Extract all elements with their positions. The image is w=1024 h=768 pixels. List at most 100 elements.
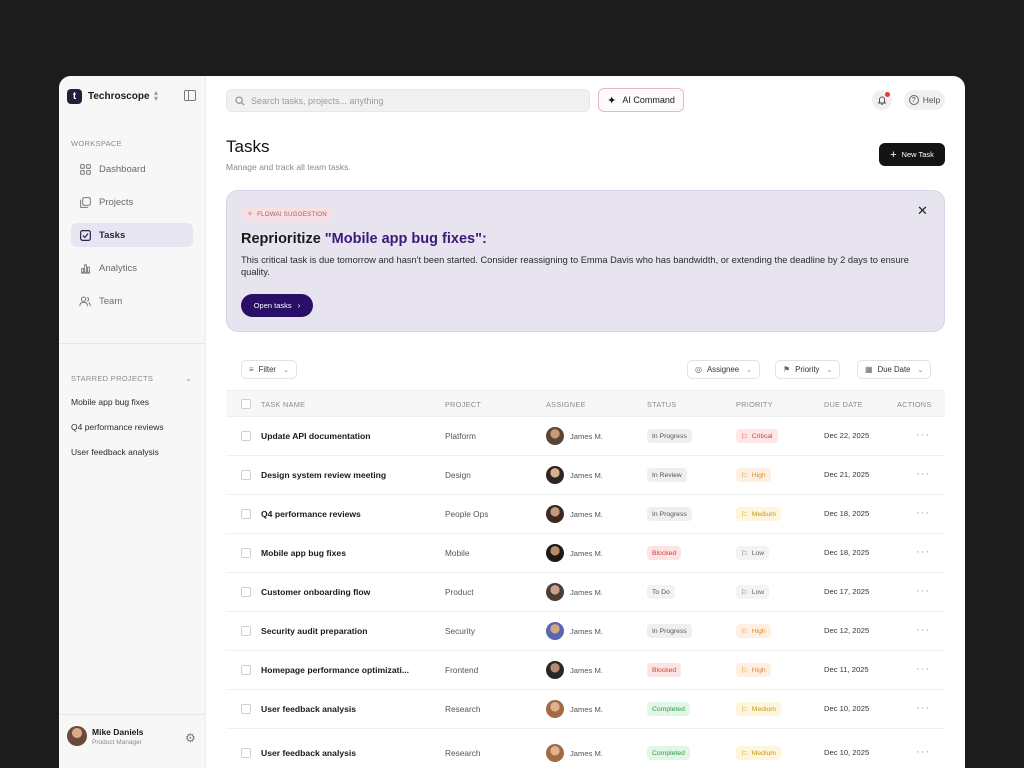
more-actions-icon[interactable]: ··· [916, 429, 930, 441]
chevron-right-icon: › [297, 301, 301, 310]
more-actions-icon[interactable]: ··· [916, 468, 930, 480]
search-bar[interactable] [226, 89, 590, 112]
more-actions-icon[interactable]: ··· [916, 585, 930, 597]
filter-icon: ≡ [249, 365, 254, 374]
task-name[interactable]: Customer onboarding flow [261, 587, 370, 597]
row-checkbox[interactable] [241, 665, 251, 675]
sidebar-item-projects[interactable]: Projects [71, 190, 193, 214]
priority-filter-button[interactable]: ⚑ Priority ⌄ [775, 360, 841, 379]
close-icon[interactable]: ✕ [917, 203, 928, 219]
task-due-date: Dec 12, 2025 [824, 626, 870, 635]
task-name[interactable]: Security audit preparation [261, 626, 368, 636]
avatar [546, 744, 564, 762]
table-row[interactable]: Customer onboarding flow Product James M. T… [226, 573, 945, 612]
task-assignee[interactable]: James M. [546, 427, 603, 445]
priority-label: Low [751, 549, 765, 557]
task-due-date: Dec 18, 2025 [824, 509, 870, 518]
task-assignee[interactable]: James M. [546, 583, 603, 601]
more-actions-icon[interactable]: ··· [916, 507, 930, 519]
row-checkbox[interactable] [241, 587, 251, 597]
due-date-filter-button[interactable]: ▦ Due Date ⌄ [857, 360, 932, 379]
task-assignee[interactable]: James M. [546, 466, 603, 484]
notifications-button[interactable] [872, 90, 892, 110]
column-header-priority[interactable]: PRIORITY [736, 400, 773, 409]
task-assignee[interactable]: James M. [546, 505, 603, 523]
table-row[interactable]: Q4 performance reviews People Ops James M.… [226, 495, 945, 534]
column-header-due-date[interactable]: DUE DATE [824, 400, 863, 409]
task-name[interactable]: User feedback analysis [261, 704, 356, 714]
task-project: Research [445, 704, 481, 714]
column-header-assignee[interactable]: ASSIGNEE [546, 400, 586, 409]
task-due-date: Dec 17, 2025 [824, 587, 870, 596]
assignee-name: James M. [570, 626, 603, 636]
task-name[interactable]: Mobile app bug fixes [261, 548, 346, 558]
starred-project-item[interactable]: Mobile app bug fixes [71, 397, 149, 407]
filter-button[interactable]: ≡ Filter ⌄ [241, 360, 297, 379]
task-assignee[interactable]: James M. [546, 744, 603, 762]
task-name[interactable]: User feedback analysis [261, 748, 356, 758]
workspace-switcher[interactable]: t Techroscope [67, 88, 150, 104]
task-assignee[interactable]: James M. [546, 544, 603, 562]
table-row[interactable]: Design system review meeting Design James … [226, 456, 945, 495]
table-row[interactable]: User feedback analysis Research James M. Co… [226, 690, 945, 729]
task-name[interactable]: Q4 performance reviews [261, 509, 361, 519]
task-name[interactable]: Design system review meeting [261, 470, 386, 480]
gear-icon[interactable]: ⚙ [185, 731, 196, 745]
task-name[interactable]: Update API documentation [261, 431, 371, 441]
calendar-icon: ▦ [865, 365, 873, 374]
open-tasks-label: Open tasks [253, 301, 292, 310]
sidebar-item-team[interactable]: Team [71, 289, 193, 313]
column-header-project[interactable]: PROJECT [445, 400, 481, 409]
row-checkbox[interactable] [241, 509, 251, 519]
more-actions-icon[interactable]: ··· [916, 746, 930, 758]
chevron-down-icon[interactable]: ⌄ [185, 374, 192, 383]
sidebar-item-analytics[interactable]: Analytics [71, 256, 193, 280]
column-header-task-name[interactable]: TASK NAME [261, 400, 305, 409]
task-project: Design [445, 470, 471, 480]
priority-filter-label: Priority [795, 365, 820, 374]
new-task-button[interactable]: + New Task [879, 143, 945, 166]
chevron-updown-icon[interactable]: ▴ ▾ [154, 89, 158, 103]
open-tasks-button[interactable]: Open tasks › [241, 294, 313, 317]
task-assignee[interactable]: James M. [546, 661, 603, 679]
chevron-down-icon: ⌄ [917, 366, 924, 374]
row-checkbox[interactable] [241, 748, 251, 758]
user-profile[interactable]: Mike Daniels Product Manager [67, 726, 144, 746]
task-project: People Ops [445, 509, 489, 519]
more-actions-icon[interactable]: ··· [916, 546, 930, 558]
sidebar-item-dashboard[interactable]: Dashboard [71, 157, 193, 181]
table-row[interactable]: Mobile app bug fixes Mobile James M. Blocke… [226, 534, 945, 573]
sidebar-item-label: Team [99, 295, 123, 307]
column-header-status[interactable]: STATUS [647, 400, 677, 409]
task-assignee[interactable]: James M. [546, 622, 603, 640]
filter-label: Filter [258, 365, 276, 374]
assignee-filter-button[interactable]: ◎ Assignee ⌄ [687, 360, 760, 379]
ai-command-button[interactable]: ✦ AI Command [598, 88, 684, 112]
row-checkbox[interactable] [241, 431, 251, 441]
task-assignee[interactable]: James M. [546, 700, 603, 718]
priority-label: Medium [751, 705, 776, 713]
table-row[interactable]: User feedback analysis Research James M. Co… [226, 734, 945, 768]
row-checkbox[interactable] [241, 470, 251, 480]
more-actions-icon[interactable]: ··· [916, 663, 930, 675]
starred-project-item[interactable]: User feedback analysis [71, 447, 159, 457]
table-row[interactable]: Homepage performance optimizati... Fronte… [226, 651, 945, 690]
starred-project-item[interactable]: Q4 performance reviews [71, 422, 164, 432]
table-row[interactable]: Update API documentation Platform James M.… [226, 417, 945, 456]
table-row[interactable]: Security audit preparation Security James … [226, 612, 945, 651]
priority-badge: ⚐ High [736, 624, 771, 638]
row-checkbox[interactable] [241, 548, 251, 558]
sidebar-item-tasks[interactable]: Tasks [71, 223, 193, 247]
search-input[interactable] [251, 95, 551, 106]
task-name[interactable]: Homepage performance optimizati... [261, 665, 409, 675]
task-project: Research [445, 748, 481, 758]
select-all-checkbox[interactable] [241, 399, 251, 409]
row-checkbox[interactable] [241, 626, 251, 636]
more-actions-icon[interactable]: ··· [916, 624, 930, 636]
help-button[interactable]: ? Help [904, 90, 945, 110]
priority-label: Low [751, 588, 765, 596]
row-checkbox[interactable] [241, 704, 251, 714]
more-actions-icon[interactable]: ··· [916, 702, 930, 714]
suggestion-title: Reprioritize "Mobile app bug fixes": [241, 231, 487, 247]
sidebar-collapse-icon[interactable] [184, 90, 196, 101]
